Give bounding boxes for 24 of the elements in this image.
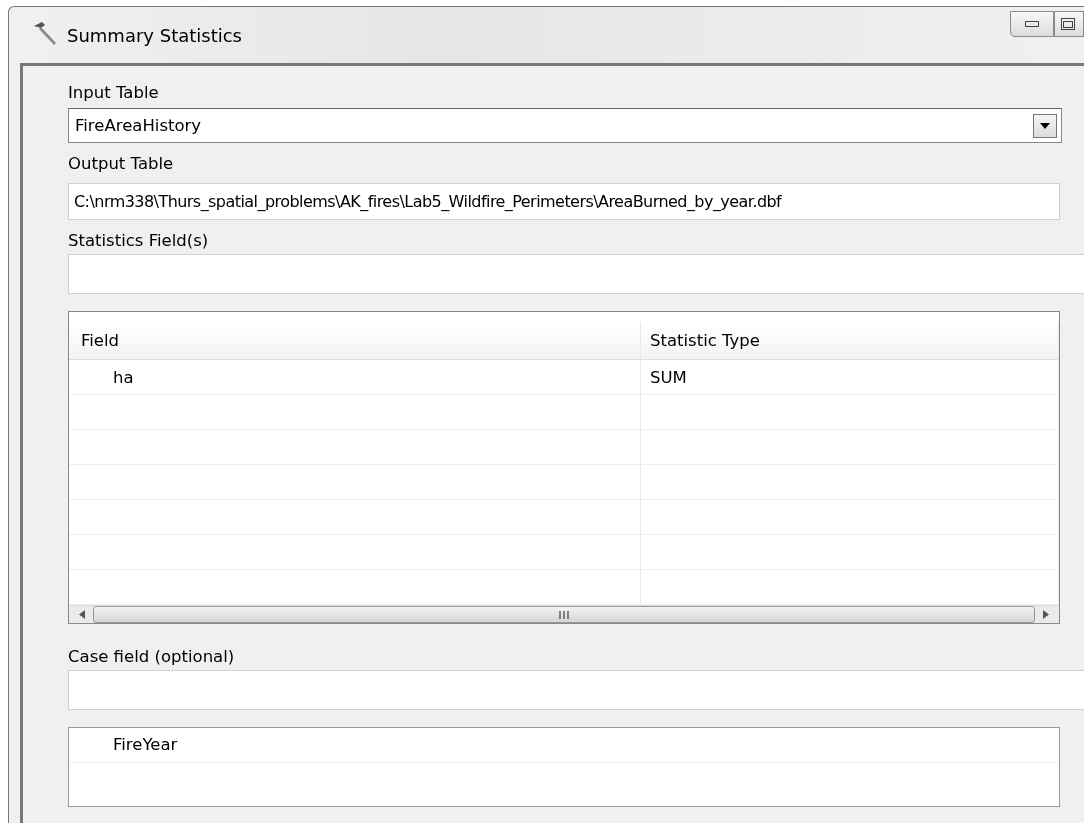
maximize-button[interactable] xyxy=(1054,11,1084,37)
dropdown-value: FireAreaHistory xyxy=(74,116,203,135)
field-label: Statistics Field(s) xyxy=(68,230,210,252)
table-cell: SUM xyxy=(641,360,1059,394)
list-item[interactable]: FireYear xyxy=(69,728,1059,763)
output-table-field[interactable]: C:\nrm338\Thurs_spatial_problems\AK_fires\Lab5_Wildfire_Perimeters\AreaBurned_by_year.dbf xyxy=(68,183,1060,220)
field-label: Output Table xyxy=(68,153,175,175)
minimize-icon xyxy=(1025,20,1039,28)
field-label: Input Table xyxy=(68,82,160,104)
minimize-button[interactable] xyxy=(1010,11,1054,37)
scroll-left-icon[interactable] xyxy=(79,610,85,619)
column-header[interactable]: Statistic Type xyxy=(641,322,1059,359)
case-field-input[interactable] xyxy=(68,670,1084,710)
dropdown-button[interactable] xyxy=(1033,113,1057,138)
scroll-right-icon[interactable] xyxy=(1043,610,1049,619)
field-label: Case field (optional) xyxy=(68,646,236,668)
caret-icon xyxy=(1040,122,1050,129)
window-title: Summary Statistics xyxy=(67,24,242,46)
grip-icon xyxy=(558,610,570,619)
table-cell: ha xyxy=(69,360,641,394)
column-header[interactable]: Field xyxy=(69,322,641,359)
input-table-dropdown[interactable]: FireAreaHistory xyxy=(68,108,1062,143)
maximize-icon xyxy=(1061,18,1075,30)
statistics-field-input[interactable] xyxy=(68,254,1084,294)
